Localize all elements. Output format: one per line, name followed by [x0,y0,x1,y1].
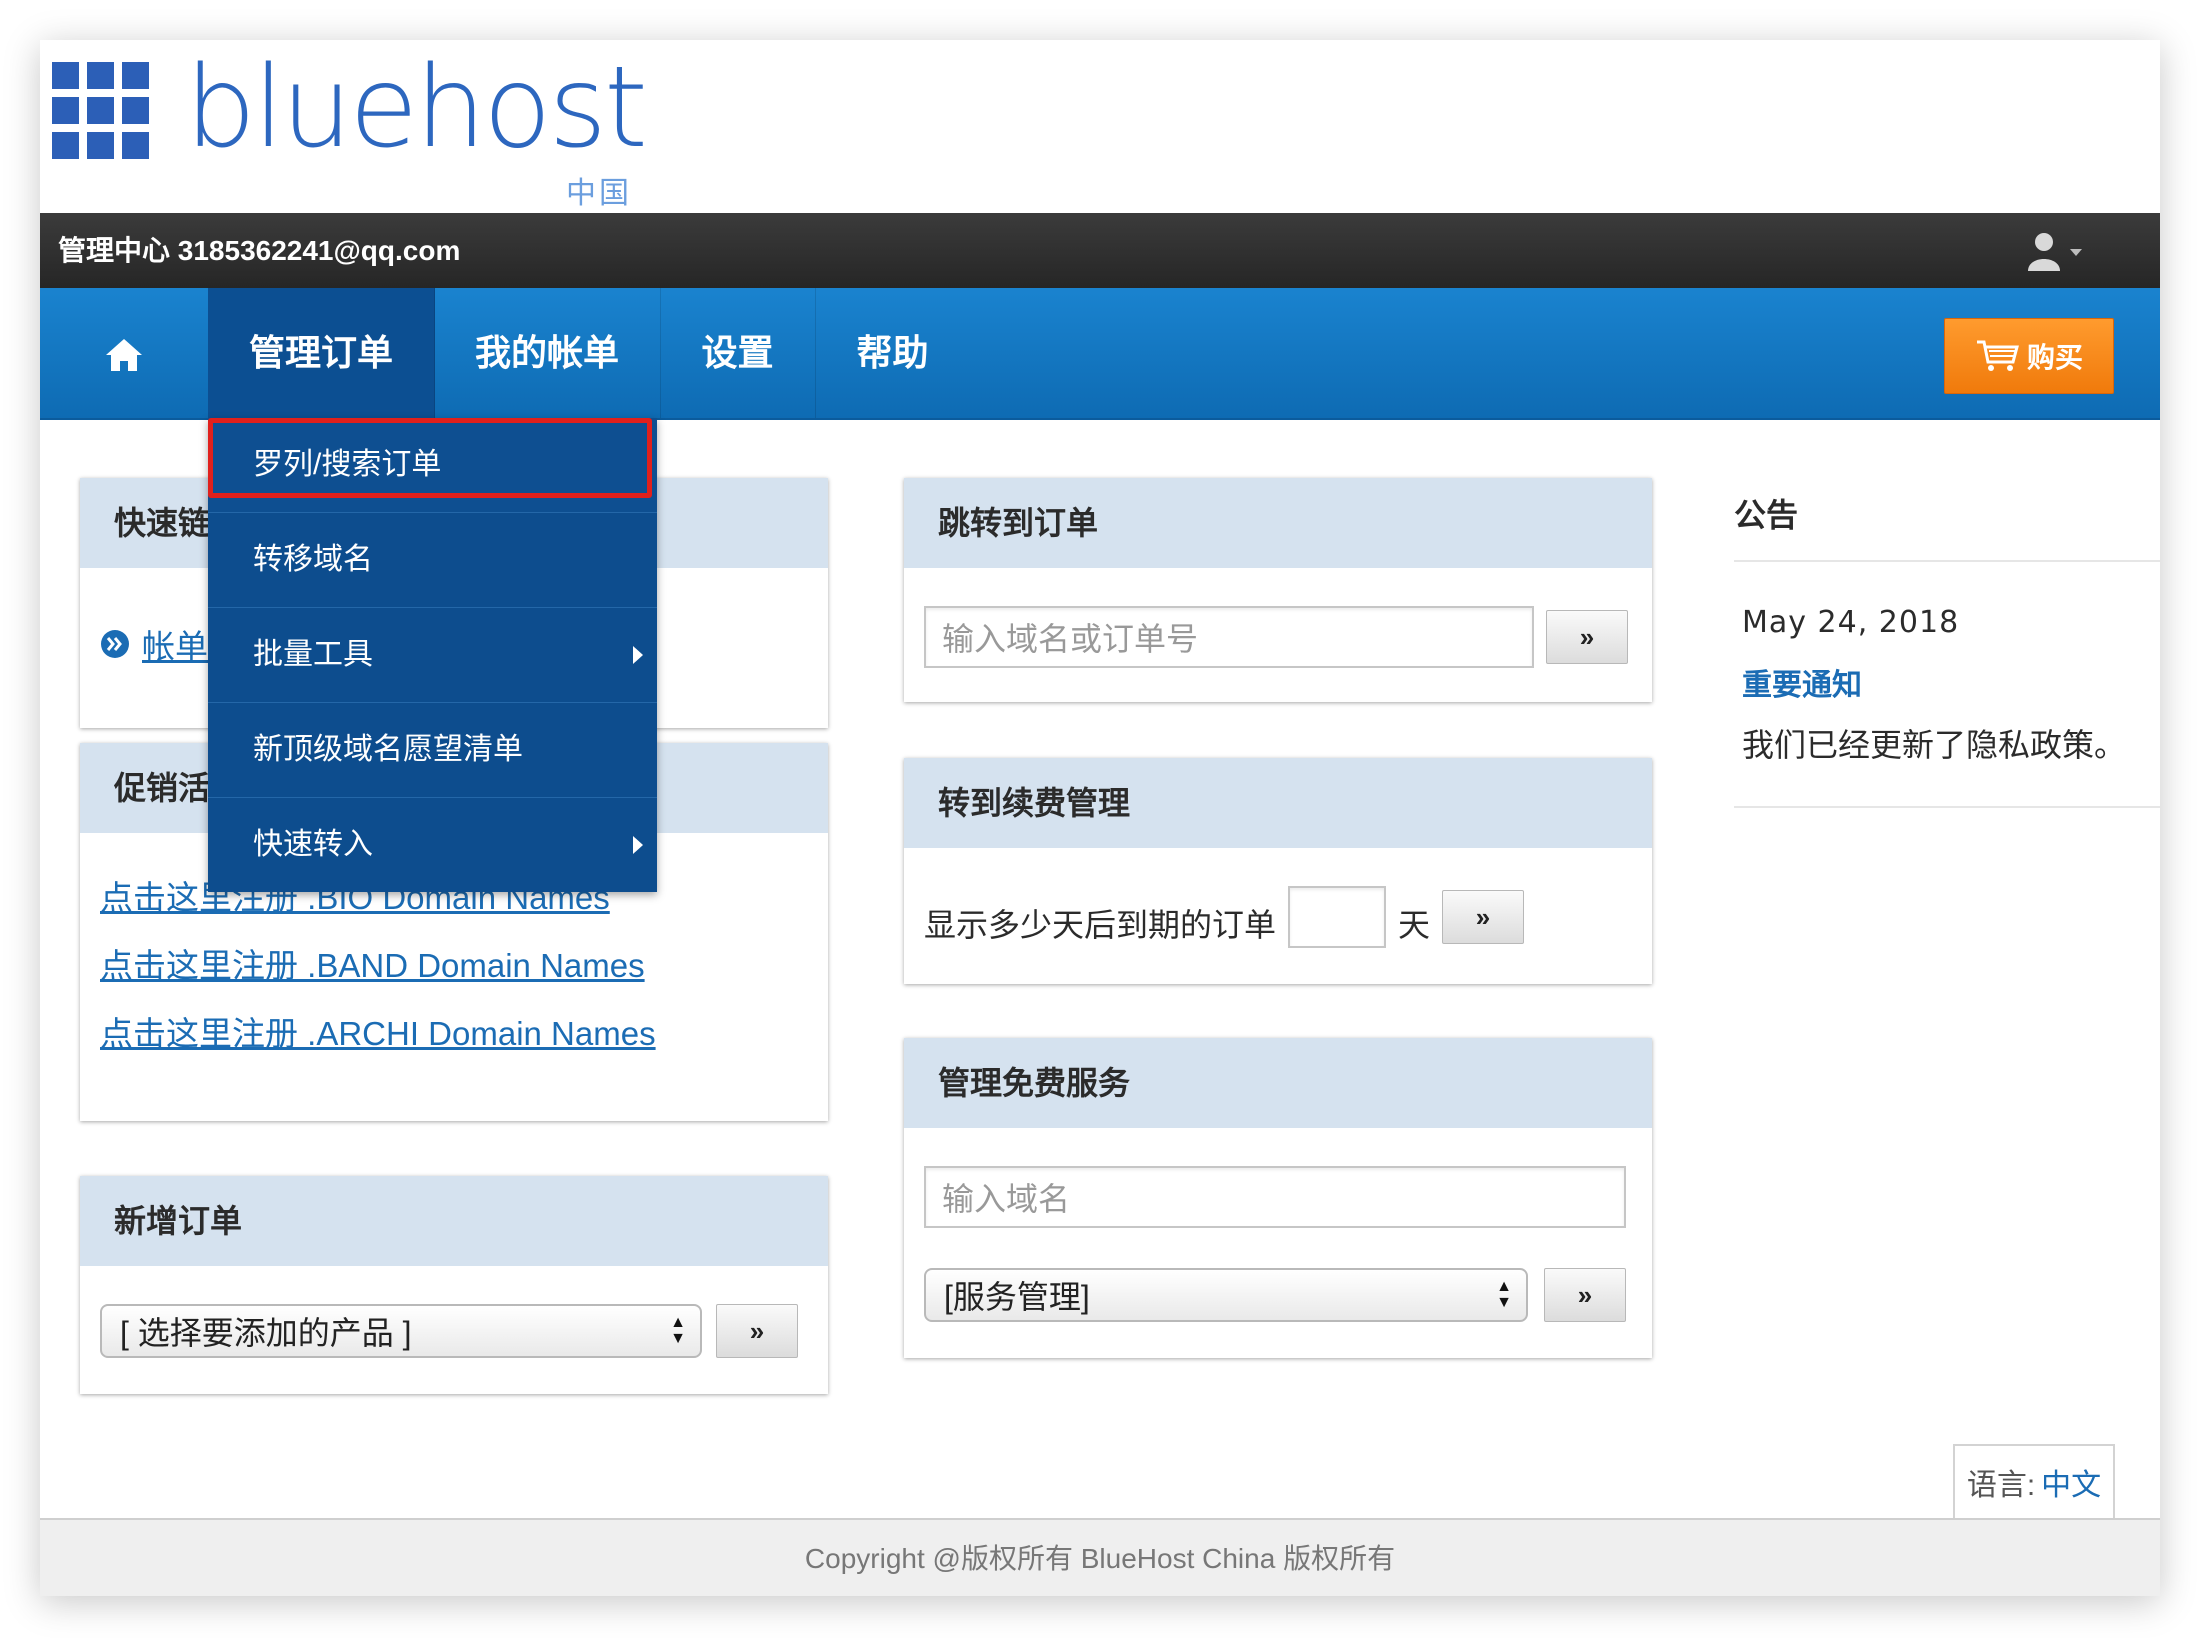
home-icon [106,339,142,372]
renewal-prompt: 显示多少天后到期的订单 [924,907,1277,943]
logo-subtitle: 中国 [566,177,632,210]
product-select-value: [ 选择要添加的产品 ] [120,1315,412,1351]
order-search-input[interactable]: 输入域名或订单号 [924,606,1534,668]
free-services-panel: 管理免费服务 输入域名 [服务管理] ▲ ▼ » [904,1038,1652,1358]
menu-item-transfer-domain[interactable]: 转移域名 [208,513,657,608]
nav-help[interactable]: 帮助 [815,288,970,418]
service-select[interactable]: [服务管理] ▲ ▼ [924,1268,1528,1322]
user-icon [2028,233,2082,271]
jump-order-title: 跳转到订单 [904,478,1652,568]
menu-item-label: 转移域名 [253,543,373,576]
buy-label: 购买 [2026,342,2083,373]
nav-manage-orders[interactable]: 管理订单 [208,288,435,418]
nav-my-bills[interactable]: 我的帐单 [434,288,661,418]
language-label: 语言: [1966,1469,2036,1502]
highlight-annotation [208,418,652,498]
new-order-panel: 新增订单 [ 选择要添加的产品 ] ▲ ▼ » [80,1176,828,1394]
menu-item-bulk-tools[interactable]: 批量工具 [208,608,657,703]
announcements-title: 公告 [1734,497,1799,533]
cart-icon [1976,340,2019,371]
caret-right-icon [633,836,643,854]
jump-order-panel: 跳转到订单 输入域名或订单号 » [904,478,1652,702]
copyright-text: Copyright @版权所有 BlueHost China 版权所有 [804,1543,1396,1574]
menu-item-quick-transfer[interactable]: 快速转入 [208,798,657,892]
service-go-button[interactable]: » [1544,1268,1626,1322]
menu-item-label: 快速转入 [253,828,373,861]
user-menu-button[interactable] [2026,231,2098,273]
jump-order-go-button[interactable]: » [1546,610,1628,664]
buy-button[interactable]: 购买 [1944,318,2114,394]
announcement-date: May 24, 2018 [1742,605,1960,640]
announcements-divider [1734,560,2160,562]
language-switch[interactable]: 语言: 中文 [1953,1444,2115,1518]
footer: Copyright @版权所有 BlueHost China 版权所有 [40,1518,2160,1596]
billing-link[interactable]: 帐单 [142,620,208,668]
language-value: 中文 [2041,1469,2102,1502]
domain-input[interactable]: 输入域名 [924,1166,1626,1228]
account-bar: 管理中心 3185362241@qq.com [40,213,2160,288]
announcements-divider [1734,806,2160,808]
renewal-panel: 转到续费管理 显示多少天后到期的订单 天 » [904,758,1652,984]
bluehost-logo[interactable]: bluehost 中国 [52,43,652,230]
add-product-go-button[interactable]: » [716,1304,798,1358]
caret-down-icon [2070,249,2082,256]
service-select-value: [服务管理] [944,1279,1090,1315]
free-services-title: 管理免费服务 [904,1038,1652,1128]
double-chevron-circle-icon [101,630,129,658]
nav-home[interactable] [40,288,209,418]
main-nav: 管理订单 我的帐单 设置 帮助 购买 [40,288,2160,420]
announcement-text: 我们已经更新了隐私政策。 [1742,727,2127,763]
select-arrows-icon: ▲ ▼ [670,1314,686,1347]
logo-grid-icon [52,62,149,159]
nav-settings[interactable]: 设置 [660,288,816,418]
account-title: 管理中心 3185362241@qq.com [58,235,461,266]
announcement-link[interactable]: 重要通知 [1742,660,1862,704]
promo-link-archi[interactable]: 点击这里注册 .ARCHI Domain Names [100,1007,656,1055]
menu-item-label: 新顶级域名愿望清单 [253,733,523,766]
product-select[interactable]: [ 选择要添加的产品 ] ▲ ▼ [100,1304,702,1358]
days-unit: 天 [1398,907,1431,943]
menu-item-gtld-wishlist[interactable]: 新顶级域名愿望清单 [208,703,657,798]
caret-right-icon [633,646,643,664]
logo-text: bluehost [185,43,648,173]
select-arrows-icon: ▲ ▼ [1496,1278,1512,1311]
days-input[interactable] [1288,886,1386,948]
menu-item-label: 批量工具 [253,638,373,671]
new-order-title: 新增订单 [80,1176,828,1266]
app-window: bluehost 中国 管理中心 3185362241@qq.com 管理订单 … [40,40,2160,1596]
promo-link-band[interactable]: 点击这里注册 .BAND Domain Names [100,939,645,987]
renewal-go-button[interactable]: » [1442,890,1524,944]
renewal-title: 转到续费管理 [904,758,1652,848]
